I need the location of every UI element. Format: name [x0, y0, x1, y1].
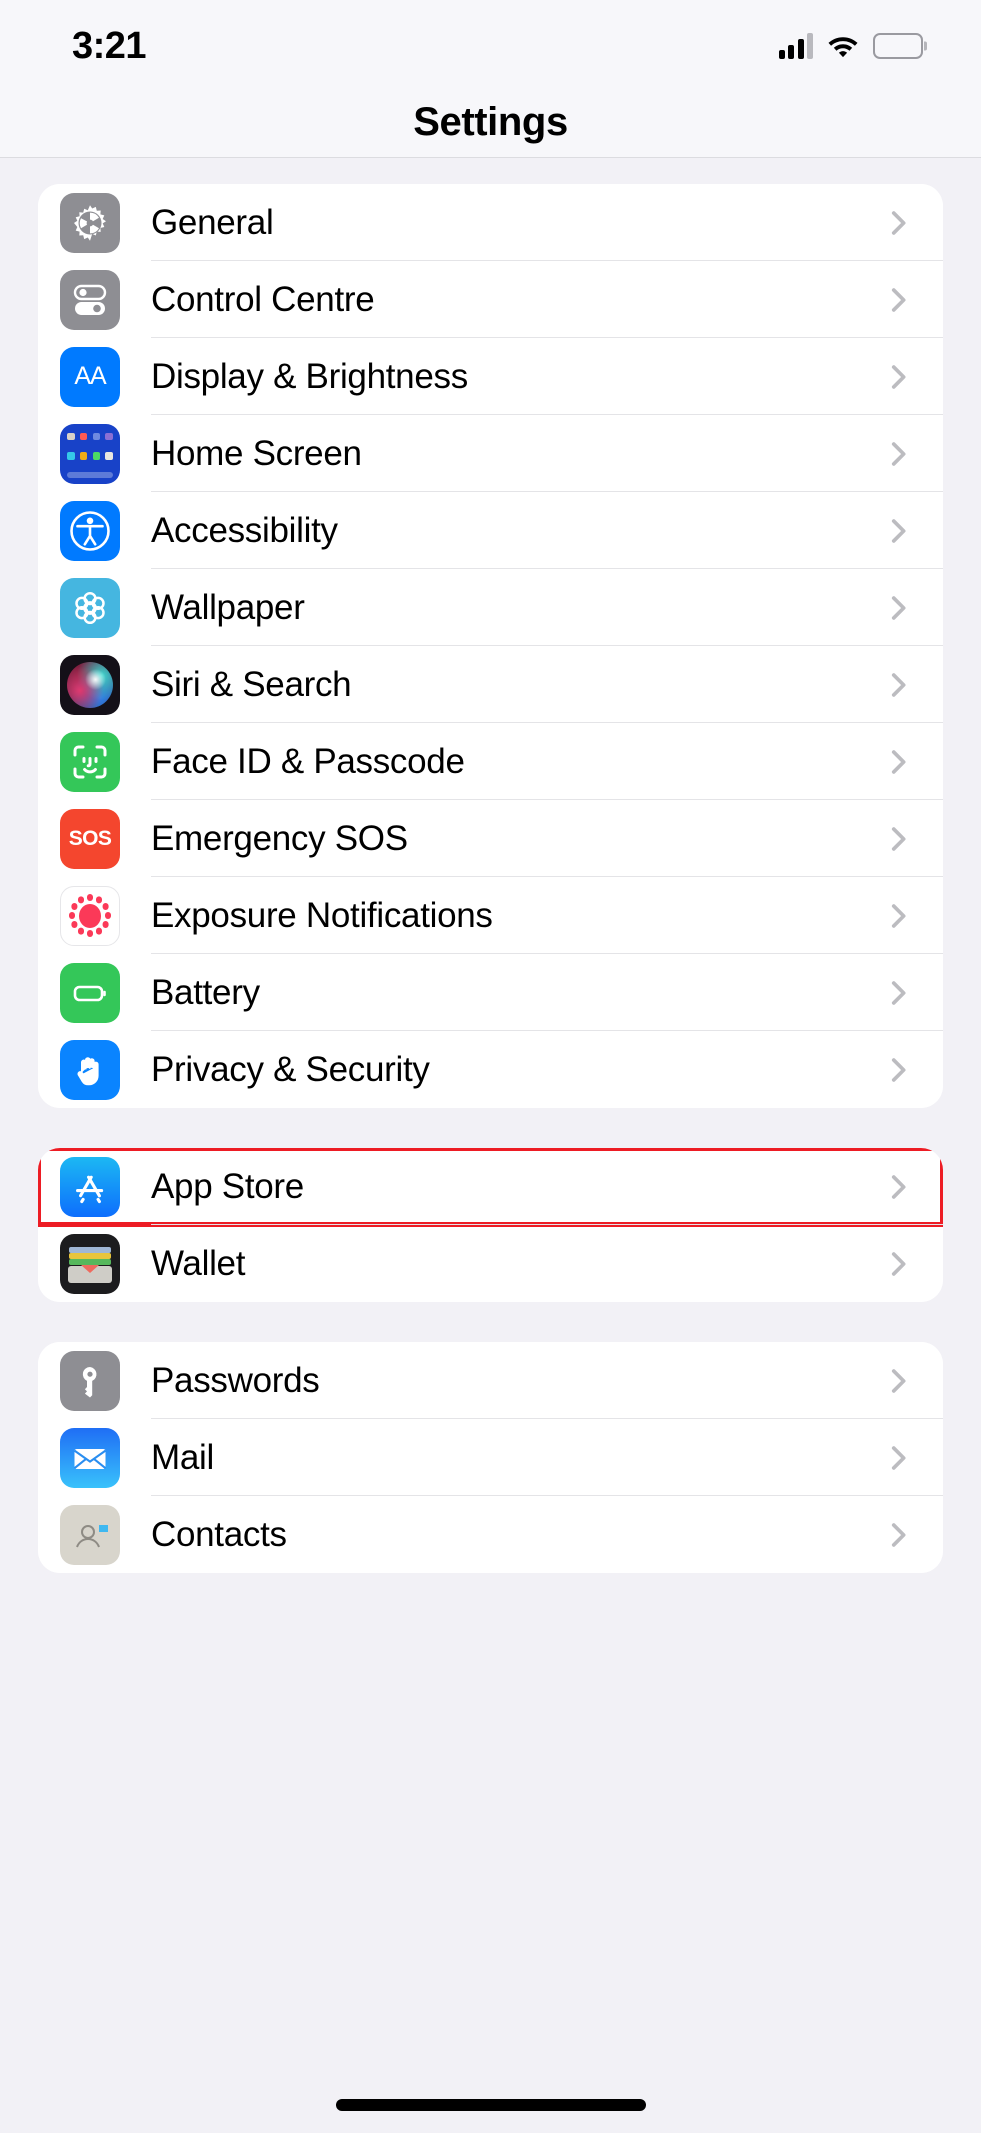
- settings-row-emergency-sos[interactable]: SOS Emergency SOS: [38, 800, 943, 877]
- settings-row-label: Battery: [151, 973, 260, 1012]
- settings-row-label: Contacts: [151, 1515, 287, 1554]
- settings-row-general[interactable]: General: [38, 184, 943, 261]
- battery-icon: [60, 962, 120, 1023]
- settings-group-store: App Store Wallet: [38, 1148, 943, 1302]
- chevron-right-icon: [881, 1247, 915, 1281]
- chevron-right-icon: [881, 899, 915, 933]
- sos-icon: SOS: [60, 808, 120, 869]
- wifi-icon: [827, 33, 859, 59]
- app-store-icon: [60, 1156, 120, 1217]
- chevron-right-icon: [881, 822, 915, 856]
- chevron-right-icon: [881, 668, 915, 702]
- settings-row-label: Face ID & Passcode: [151, 742, 465, 781]
- status-bar: 3:21: [0, 0, 981, 88]
- settings-row-battery[interactable]: Battery: [38, 954, 943, 1031]
- settings-row-label: Control Centre: [151, 280, 375, 319]
- home-indicator[interactable]: [335, 2099, 646, 2111]
- settings-row-label: Home Screen: [151, 434, 362, 473]
- chevron-right-icon: [881, 206, 915, 240]
- app-grid-icon: [60, 423, 120, 484]
- page-title: Settings: [413, 100, 568, 144]
- battery-icon: [873, 33, 923, 59]
- chevron-right-icon: [881, 1053, 915, 1087]
- chevron-right-icon: [881, 976, 915, 1010]
- navigation-bar: Settings: [0, 88, 981, 158]
- chevron-right-icon: [881, 745, 915, 779]
- chevron-right-icon: [881, 1441, 915, 1475]
- settings-row-display-brightness[interactable]: AA Display & Brightness: [38, 338, 943, 415]
- chevron-right-icon: [881, 283, 915, 317]
- settings-row-contacts[interactable]: Contacts: [38, 1496, 943, 1573]
- cellular-signal-icon: [778, 33, 813, 59]
- status-bar-indicators: [778, 29, 923, 59]
- settings-row-home-screen[interactable]: Home Screen: [38, 415, 943, 492]
- chevron-right-icon: [881, 360, 915, 394]
- settings-row-label: Wallpaper: [151, 588, 305, 627]
- chevron-right-icon: [881, 437, 915, 471]
- settings-row-control-centre[interactable]: Control Centre: [38, 261, 943, 338]
- settings-row-label: App Store: [151, 1167, 304, 1206]
- settings-row-mail[interactable]: Mail: [38, 1419, 943, 1496]
- settings-row-label: Siri & Search: [151, 665, 352, 704]
- chevron-right-icon: [881, 1170, 915, 1204]
- status-bar-clock: 3:21: [72, 25, 147, 67]
- settings-row-label: Display & Brightness: [151, 357, 468, 396]
- toggles-icon: [60, 269, 120, 330]
- wallet-icon: [60, 1233, 120, 1294]
- settings-row-accessibility[interactable]: Accessibility: [38, 492, 943, 569]
- aa-text-size-icon: AA: [60, 346, 120, 407]
- settings-row-wallpaper[interactable]: Wallpaper: [38, 569, 943, 646]
- chevron-right-icon: [881, 1518, 915, 1552]
- settings-row-siri-search[interactable]: Siri & Search: [38, 646, 943, 723]
- exposure-radiating-icon: [60, 885, 120, 946]
- key-icon: [60, 1350, 120, 1411]
- chevron-right-icon: [881, 591, 915, 625]
- settings-row-app-store[interactable]: App Store: [38, 1148, 943, 1227]
- settings-row-face-id-passcode[interactable]: Face ID & Passcode: [38, 723, 943, 800]
- siri-orb-icon: [60, 654, 120, 715]
- chevron-right-icon: [881, 1364, 915, 1398]
- settings-row-passwords[interactable]: Passwords: [38, 1342, 943, 1419]
- settings-row-label: General: [151, 203, 274, 242]
- contacts-icon: [60, 1504, 120, 1565]
- settings-row-label: Wallet: [151, 1244, 246, 1283]
- settings-row-label: Accessibility: [151, 511, 338, 550]
- hand-icon: [60, 1039, 120, 1100]
- settings-group-system: General Control Centre AA Display & Brig…: [38, 184, 943, 1108]
- settings-row-privacy-security[interactable]: Privacy & Security: [38, 1031, 943, 1108]
- settings-list[interactable]: General Control Centre AA Display & Brig…: [0, 184, 981, 1573]
- iphone-screen: 3:21 Settings General Control Centre AA …: [0, 0, 981, 2133]
- settings-row-label: Emergency SOS: [151, 819, 408, 858]
- envelope-icon: [60, 1427, 120, 1488]
- settings-row-label: Privacy & Security: [151, 1050, 430, 1089]
- chevron-right-icon: [881, 514, 915, 548]
- settings-row-wallet[interactable]: Wallet: [38, 1225, 943, 1302]
- settings-row-exposure-notifications[interactable]: Exposure Notifications: [38, 877, 943, 954]
- face-id-icon: [60, 731, 120, 792]
- accessibility-person-icon: [60, 500, 120, 561]
- settings-row-label: Exposure Notifications: [151, 896, 493, 935]
- settings-row-label: Mail: [151, 1438, 214, 1477]
- gear-icon: [60, 192, 120, 253]
- settings-group-accounts: Passwords Mail Contacts: [38, 1342, 943, 1573]
- settings-row-label: Passwords: [151, 1361, 320, 1400]
- flower-icon: [60, 577, 120, 638]
